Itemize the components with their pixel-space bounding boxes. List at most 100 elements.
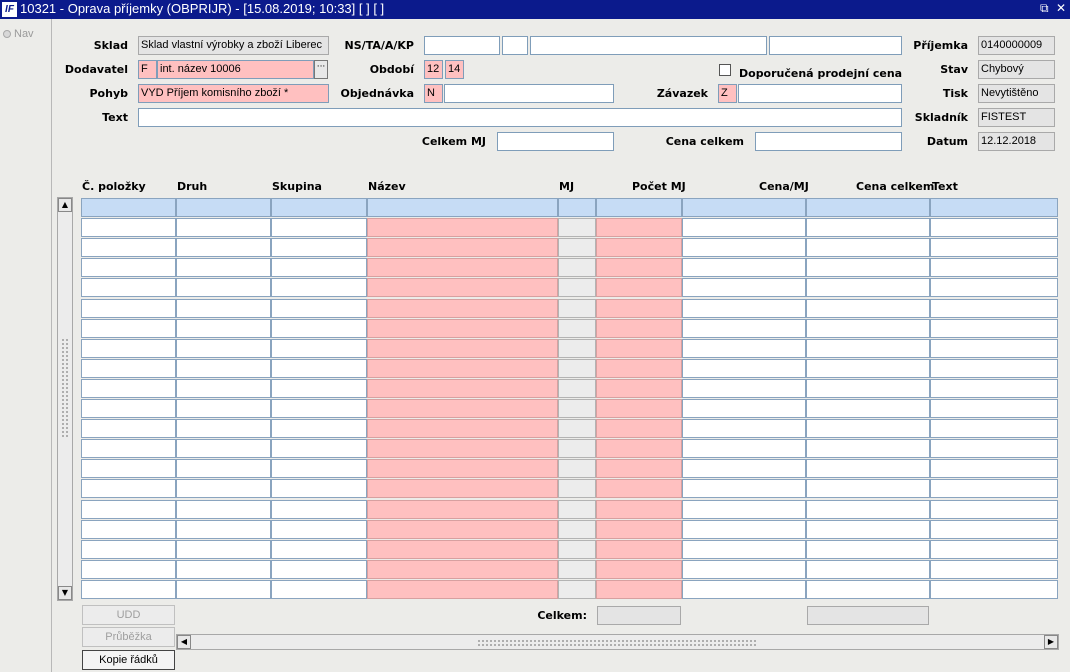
- cell-pocet-mj[interactable]: [596, 500, 682, 519]
- cell-cena-celkem[interactable]: [806, 560, 930, 579]
- obdobi-month-field[interactable]: 12: [424, 60, 443, 79]
- cell-text[interactable]: [930, 299, 1058, 318]
- cell-cena-celkem[interactable]: [806, 500, 930, 519]
- cell-nazev[interactable]: [367, 439, 558, 458]
- cell-text[interactable]: [930, 580, 1058, 599]
- cell-cislo[interactable]: [81, 278, 176, 297]
- cell-cislo[interactable]: [81, 399, 176, 418]
- cell-cena-mj[interactable]: [682, 399, 806, 418]
- cell-pocet-mj[interactable]: [596, 218, 682, 237]
- cell-cena-celkem[interactable]: [806, 540, 930, 559]
- cell-druh[interactable]: [176, 520, 271, 539]
- cell-cena-mj[interactable]: [682, 339, 806, 358]
- cell-mj[interactable]: [558, 319, 596, 338]
- ta-field[interactable]: [502, 36, 528, 55]
- cell-pocet-mj[interactable]: [596, 399, 682, 418]
- obdobi-year-field[interactable]: 14: [445, 60, 464, 79]
- cell-druh[interactable]: [176, 339, 271, 358]
- cell-skupina[interactable]: [271, 359, 367, 378]
- cell-nazev[interactable]: [367, 580, 558, 599]
- cell-pocet-mj[interactable]: [596, 299, 682, 318]
- cell-druh[interactable]: [176, 238, 271, 257]
- cell-druh[interactable]: [176, 278, 271, 297]
- cell-pocet-mj[interactable]: [596, 339, 682, 358]
- cell-cena-celkem[interactable]: [806, 339, 930, 358]
- cell-skupina[interactable]: [271, 198, 367, 217]
- cell-cislo[interactable]: [81, 299, 176, 318]
- zavazek-field[interactable]: [738, 84, 902, 103]
- cell-pocet-mj[interactable]: [596, 439, 682, 458]
- cell-pocet-mj[interactable]: [596, 258, 682, 277]
- cell-cena-mj[interactable]: [682, 299, 806, 318]
- cell-pocet-mj[interactable]: [596, 540, 682, 559]
- scroll-up-icon[interactable]: ▲: [58, 198, 72, 212]
- cell-mj[interactable]: [558, 479, 596, 498]
- cell-cislo[interactable]: [81, 520, 176, 539]
- cell-cena-celkem[interactable]: [806, 299, 930, 318]
- cell-mj[interactable]: [558, 299, 596, 318]
- cell-mj[interactable]: [558, 339, 596, 358]
- tisk-field[interactable]: Nevytištěno: [978, 84, 1055, 103]
- cell-nazev[interactable]: [367, 218, 558, 237]
- close-icon[interactable]: ✕: [1056, 1, 1066, 15]
- cell-text[interactable]: [930, 439, 1058, 458]
- cell-skupina[interactable]: [271, 459, 367, 478]
- dodavatel-name-field[interactable]: int. název 10006: [157, 60, 314, 79]
- cell-druh[interactable]: [176, 299, 271, 318]
- scroll-grip[interactable]: [61, 338, 69, 438]
- cell-cislo[interactable]: [81, 479, 176, 498]
- cell-text[interactable]: [930, 520, 1058, 539]
- cell-cena-mj[interactable]: [682, 319, 806, 338]
- cell-nazev[interactable]: [367, 520, 558, 539]
- scroll-right-icon[interactable]: ▶: [1044, 635, 1058, 649]
- cell-cena-celkem[interactable]: [806, 520, 930, 539]
- prijemka-field[interactable]: 0140000009: [978, 36, 1055, 55]
- cell-cena-mj[interactable]: [682, 540, 806, 559]
- kp-field[interactable]: [769, 36, 902, 55]
- cell-pocet-mj[interactable]: [596, 379, 682, 398]
- cell-cislo[interactable]: [81, 359, 176, 378]
- cell-cislo[interactable]: [81, 439, 176, 458]
- cell-cena-celkem[interactable]: [806, 459, 930, 478]
- cell-druh[interactable]: [176, 258, 271, 277]
- cell-druh[interactable]: [176, 379, 271, 398]
- cell-cena-mj[interactable]: [682, 218, 806, 237]
- cell-cena-mj[interactable]: [682, 439, 806, 458]
- cell-cena-mj[interactable]: [682, 419, 806, 438]
- cell-mj[interactable]: [558, 258, 596, 277]
- cell-mj[interactable]: [558, 560, 596, 579]
- cell-skupina[interactable]: [271, 238, 367, 257]
- cell-cena-celkem[interactable]: [806, 238, 930, 257]
- cell-skupina[interactable]: [271, 419, 367, 438]
- cell-text[interactable]: [930, 419, 1058, 438]
- cell-cena-mj[interactable]: [682, 379, 806, 398]
- cell-pocet-mj[interactable]: [596, 580, 682, 599]
- cell-cislo[interactable]: [81, 258, 176, 277]
- cell-mj[interactable]: [558, 198, 596, 217]
- cell-cena-mj[interactable]: [682, 198, 806, 217]
- cell-skupina[interactable]: [271, 500, 367, 519]
- cell-pocet-mj[interactable]: [596, 319, 682, 338]
- a-field[interactable]: [530, 36, 767, 55]
- cell-cena-celkem[interactable]: [806, 419, 930, 438]
- cell-cislo[interactable]: [81, 419, 176, 438]
- cell-cena-mj[interactable]: [682, 359, 806, 378]
- cell-nazev[interactable]: [367, 319, 558, 338]
- pohyb-field[interactable]: VYD Příjem komisního zboží *: [138, 84, 329, 103]
- nav-button[interactable]: Nav: [3, 28, 34, 40]
- cell-mj[interactable]: [558, 459, 596, 478]
- objednavka-code-field[interactable]: N: [424, 84, 443, 103]
- cell-mj[interactable]: [558, 540, 596, 559]
- cell-nazev[interactable]: [367, 540, 558, 559]
- cell-cislo[interactable]: [81, 218, 176, 237]
- cell-text[interactable]: [930, 319, 1058, 338]
- cell-mj[interactable]: [558, 218, 596, 237]
- cell-cena-celkem[interactable]: [806, 319, 930, 338]
- cell-druh[interactable]: [176, 419, 271, 438]
- cell-cena-mj[interactable]: [682, 479, 806, 498]
- cell-cena-mj[interactable]: [682, 278, 806, 297]
- cell-mj[interactable]: [558, 419, 596, 438]
- cell-cena-celkem[interactable]: [806, 198, 930, 217]
- cell-text[interactable]: [930, 359, 1058, 378]
- zavazek-code-field[interactable]: Z: [718, 84, 737, 103]
